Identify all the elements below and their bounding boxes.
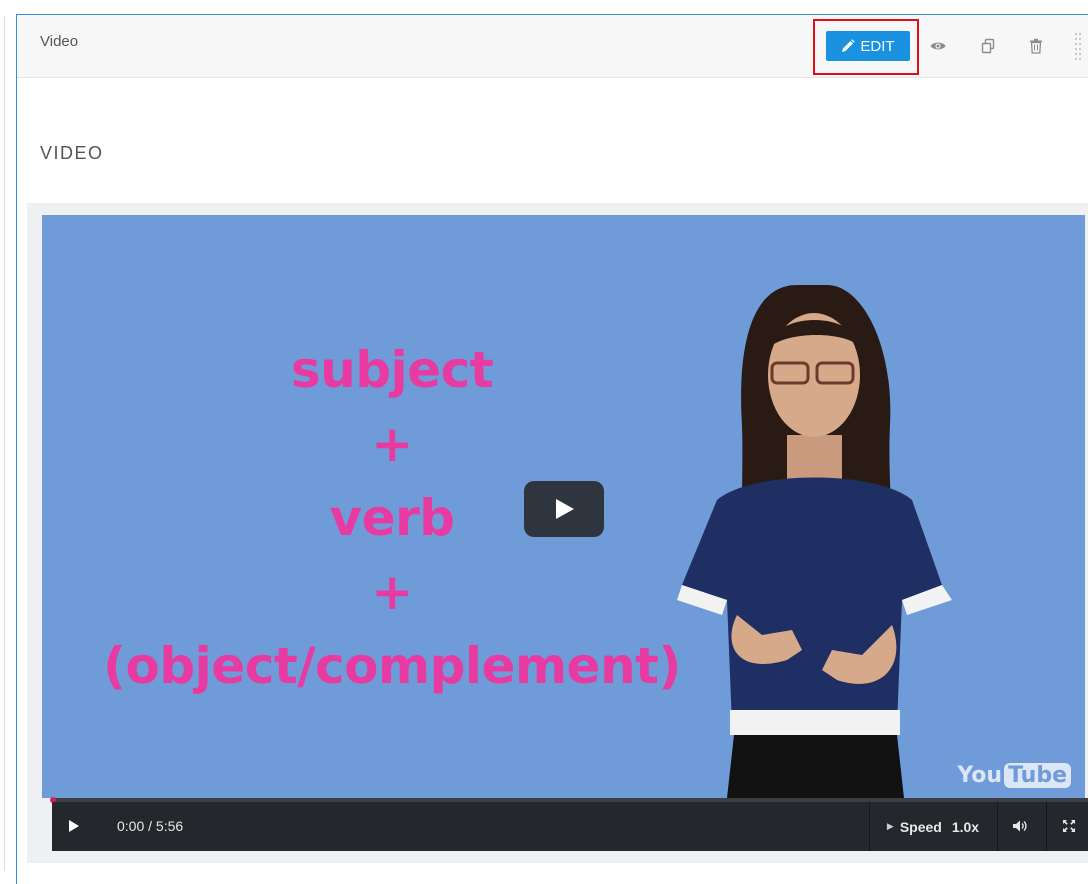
component-header: Video EDIT [17, 15, 1088, 78]
play-button[interactable] [64, 816, 84, 836]
duplicate-icon [981, 38, 995, 54]
edit-button[interactable]: EDIT [826, 31, 910, 61]
presenter-image [677, 285, 952, 798]
section-label: VIDEO [40, 143, 104, 163]
pencil-icon [842, 39, 856, 52]
video-frame[interactable]: subject + verb + (object/complement) You… [42, 215, 1085, 798]
play-icon [69, 820, 79, 832]
formula-line: + [371, 563, 413, 621]
formula-line: subject [290, 341, 494, 399]
preview-button[interactable] [927, 35, 949, 57]
fullscreen-button[interactable] [1056, 816, 1082, 836]
video-component: Video EDIT VIDEO subject + verb + (objec… [16, 14, 1088, 884]
formula-line: (object/complement) [103, 637, 681, 695]
duplicate-button[interactable] [977, 35, 999, 57]
speed-value: 1.0x [951, 818, 980, 835]
youtube-logo-tube: Tube [1004, 763, 1071, 788]
delete-button[interactable] [1025, 35, 1047, 57]
speed-button[interactable]: ▶ Speed 1.0x [870, 802, 996, 851]
volume-icon [1013, 820, 1027, 832]
left-rule [4, 16, 5, 871]
edit-button-label: EDIT [860, 37, 895, 55]
youtube-logo: You Tube [957, 763, 1071, 788]
formula-line: + [371, 415, 413, 473]
trash-icon [1030, 38, 1042, 54]
video-controls: 0:00 / 5:56 ▶ Speed 1.0x [52, 802, 1088, 851]
speed-label: Speed [899, 818, 942, 835]
caret-right-icon: ▶ [886, 821, 894, 831]
play-icon [556, 499, 574, 519]
big-play-button[interactable] [524, 481, 604, 537]
youtube-logo-you: You [957, 763, 1003, 788]
eye-icon [930, 42, 946, 50]
video-player: subject + verb + (object/complement) You… [27, 203, 1088, 863]
drag-handle-icon[interactable] [1075, 33, 1083, 61]
component-title: Video [40, 33, 79, 50]
volume-button[interactable] [1007, 816, 1033, 836]
divider [1046, 802, 1047, 851]
divider [997, 802, 998, 851]
fullscreen-icon [1063, 820, 1075, 832]
time-display: 0:00 / 5:56 [117, 818, 184, 834]
